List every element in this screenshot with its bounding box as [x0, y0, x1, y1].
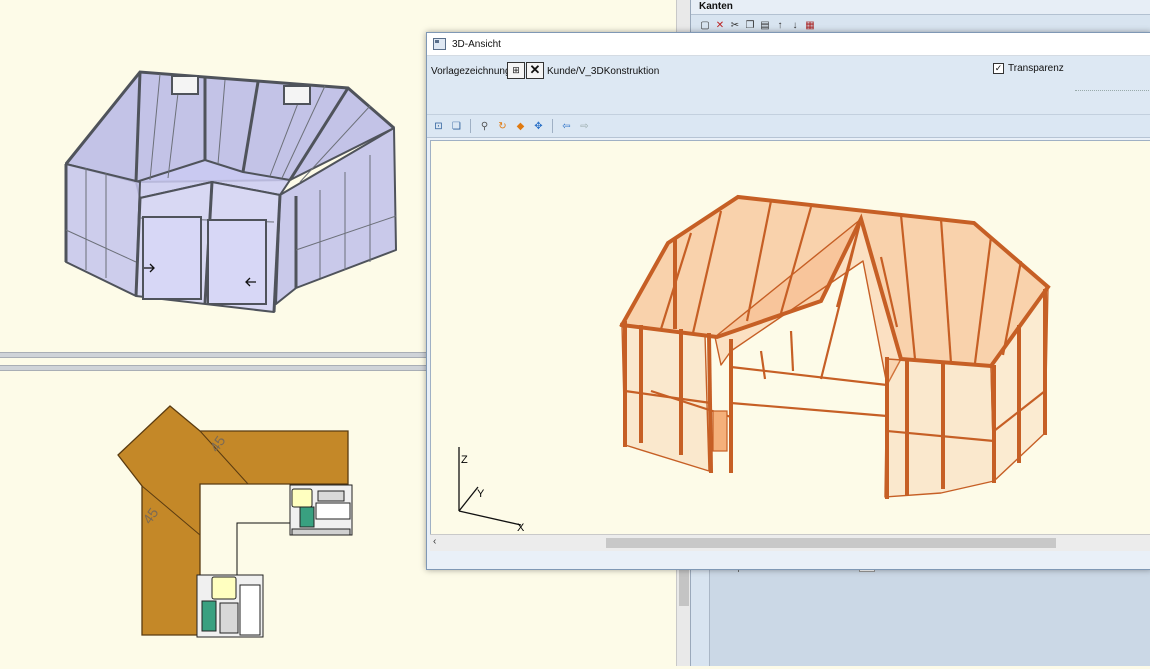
- back-icon[interactable]: ⇦: [560, 120, 573, 133]
- arrow-up-icon[interactable]: ↑: [774, 19, 786, 31]
- checkbox-checked-icon[interactable]: ✓: [993, 63, 1004, 74]
- transparency-slider[interactable]: [1075, 90, 1150, 92]
- arrow-down-icon[interactable]: ↓: [789, 19, 801, 31]
- 3d-view-window[interactable]: 3D-Ansicht Vorlagezeichnung: ⊞ ✕ Kunde/V…: [426, 32, 1150, 570]
- options-bar: Vorlagezeichnung: ⊞ ✕ Kunde/V_3DKonstruk…: [427, 56, 1150, 114]
- edges-property-area: Einspannlücke: [709, 560, 1150, 666]
- window-title: 3D-Ansicht: [452, 38, 501, 50]
- cut-icon[interactable]: ✂: [729, 19, 741, 31]
- template-clear-icon[interactable]: ✕: [526, 62, 544, 79]
- hscroll-thumb[interactable]: [606, 538, 1056, 548]
- template-label: Vorlagezeichnung:: [431, 66, 514, 77]
- transparency-checkbox[interactable]: ✓ Transparenz: [993, 63, 1064, 74]
- 3d-viewport[interactable]: Z Y X: [430, 140, 1150, 536]
- toolbar-separator: [470, 119, 471, 133]
- scroll-left-icon[interactable]: ‹: [433, 536, 436, 547]
- views-icon[interactable]: ❏: [450, 120, 463, 133]
- fit-view-icon[interactable]: ⊡: [432, 120, 445, 133]
- paste-icon[interactable]: ▤: [759, 19, 771, 31]
- delete-icon[interactable]: ✕: [714, 19, 726, 31]
- new-icon[interactable]: ▢: [699, 19, 711, 31]
- axis-x-label: X: [517, 522, 525, 534]
- scrollbar-thumb[interactable]: [679, 566, 689, 606]
- transparency-label: Transparenz: [1008, 63, 1064, 74]
- edges-panel-title: Kanten: [691, 0, 1150, 15]
- 3d-horizontal-scrollbar[interactable]: ‹: [430, 534, 1150, 551]
- axis-triad: [458, 447, 522, 526]
- axis-z-label: Z: [461, 454, 468, 466]
- template-path: Kunde/V_3DKonstruktion: [547, 66, 660, 77]
- copy-icon[interactable]: ❐: [744, 19, 756, 31]
- rotate-icon[interactable]: ↻: [496, 120, 509, 133]
- toolbar-separator: [552, 119, 553, 133]
- forward-icon[interactable]: ⇨: [578, 120, 591, 133]
- window-app-icon: [433, 38, 446, 50]
- select-icon[interactable]: ⚲: [478, 120, 491, 133]
- window-titlebar[interactable]: 3D-Ansicht: [427, 33, 1150, 56]
- tool-icon[interactable]: ▦: [804, 19, 816, 31]
- 3d-toolbar: ⊡ ❏ ⚲ ↻ ◆ ✥ ⇦ ⇨: [427, 114, 1150, 138]
- template-browse-icon[interactable]: ⊞: [507, 62, 525, 79]
- wood-frame-model: Z Y X: [458, 194, 1051, 534]
- pan-icon[interactable]: ✥: [532, 120, 545, 133]
- orbit-icon[interactable]: ◆: [514, 120, 527, 133]
- axis-y-label: Y: [477, 488, 485, 500]
